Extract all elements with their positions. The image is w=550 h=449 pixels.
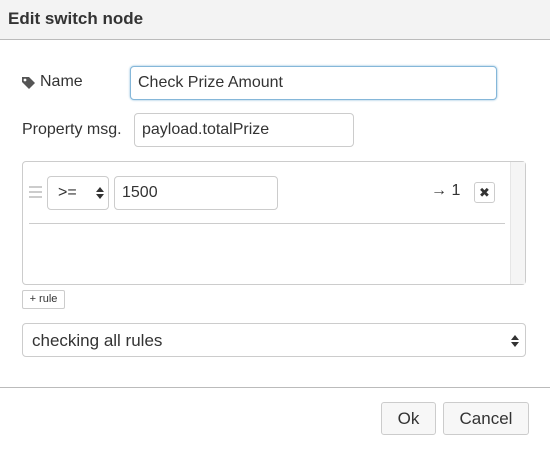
rule-output-label: → 1 (431, 182, 461, 199)
rules-list: >= → 1 ✖ (22, 161, 526, 285)
checking-mode-value: checking all rules (32, 331, 163, 350)
rule-value-input[interactable] (114, 176, 278, 210)
name-input[interactable] (130, 66, 497, 100)
rules-scrollbar[interactable] (510, 162, 525, 284)
updown-arrow-icon (511, 335, 519, 347)
ok-button[interactable]: Ok (381, 402, 436, 435)
footer-divider (0, 387, 550, 388)
operator-select[interactable]: >= (47, 176, 109, 210)
updown-arrow-icon (96, 187, 104, 199)
close-icon: ✖ (479, 185, 490, 200)
cancel-button[interactable]: Cancel (443, 402, 529, 435)
add-rule-button[interactable]: + rule (22, 290, 65, 309)
dialog-title: Edit switch node (8, 9, 144, 28)
tag-icon (22, 77, 35, 89)
rule-divider (29, 223, 505, 224)
checking-mode-select[interactable]: checking all rules (22, 323, 526, 357)
dialog-titlebar: Edit switch node (0, 0, 550, 40)
operator-value: >= (58, 184, 77, 201)
drag-handle-icon[interactable] (29, 186, 42, 198)
name-label: Name (40, 73, 83, 90)
remove-rule-button[interactable]: ✖ (474, 182, 495, 203)
property-label: Property msg. (22, 121, 122, 138)
property-input[interactable] (134, 113, 354, 147)
